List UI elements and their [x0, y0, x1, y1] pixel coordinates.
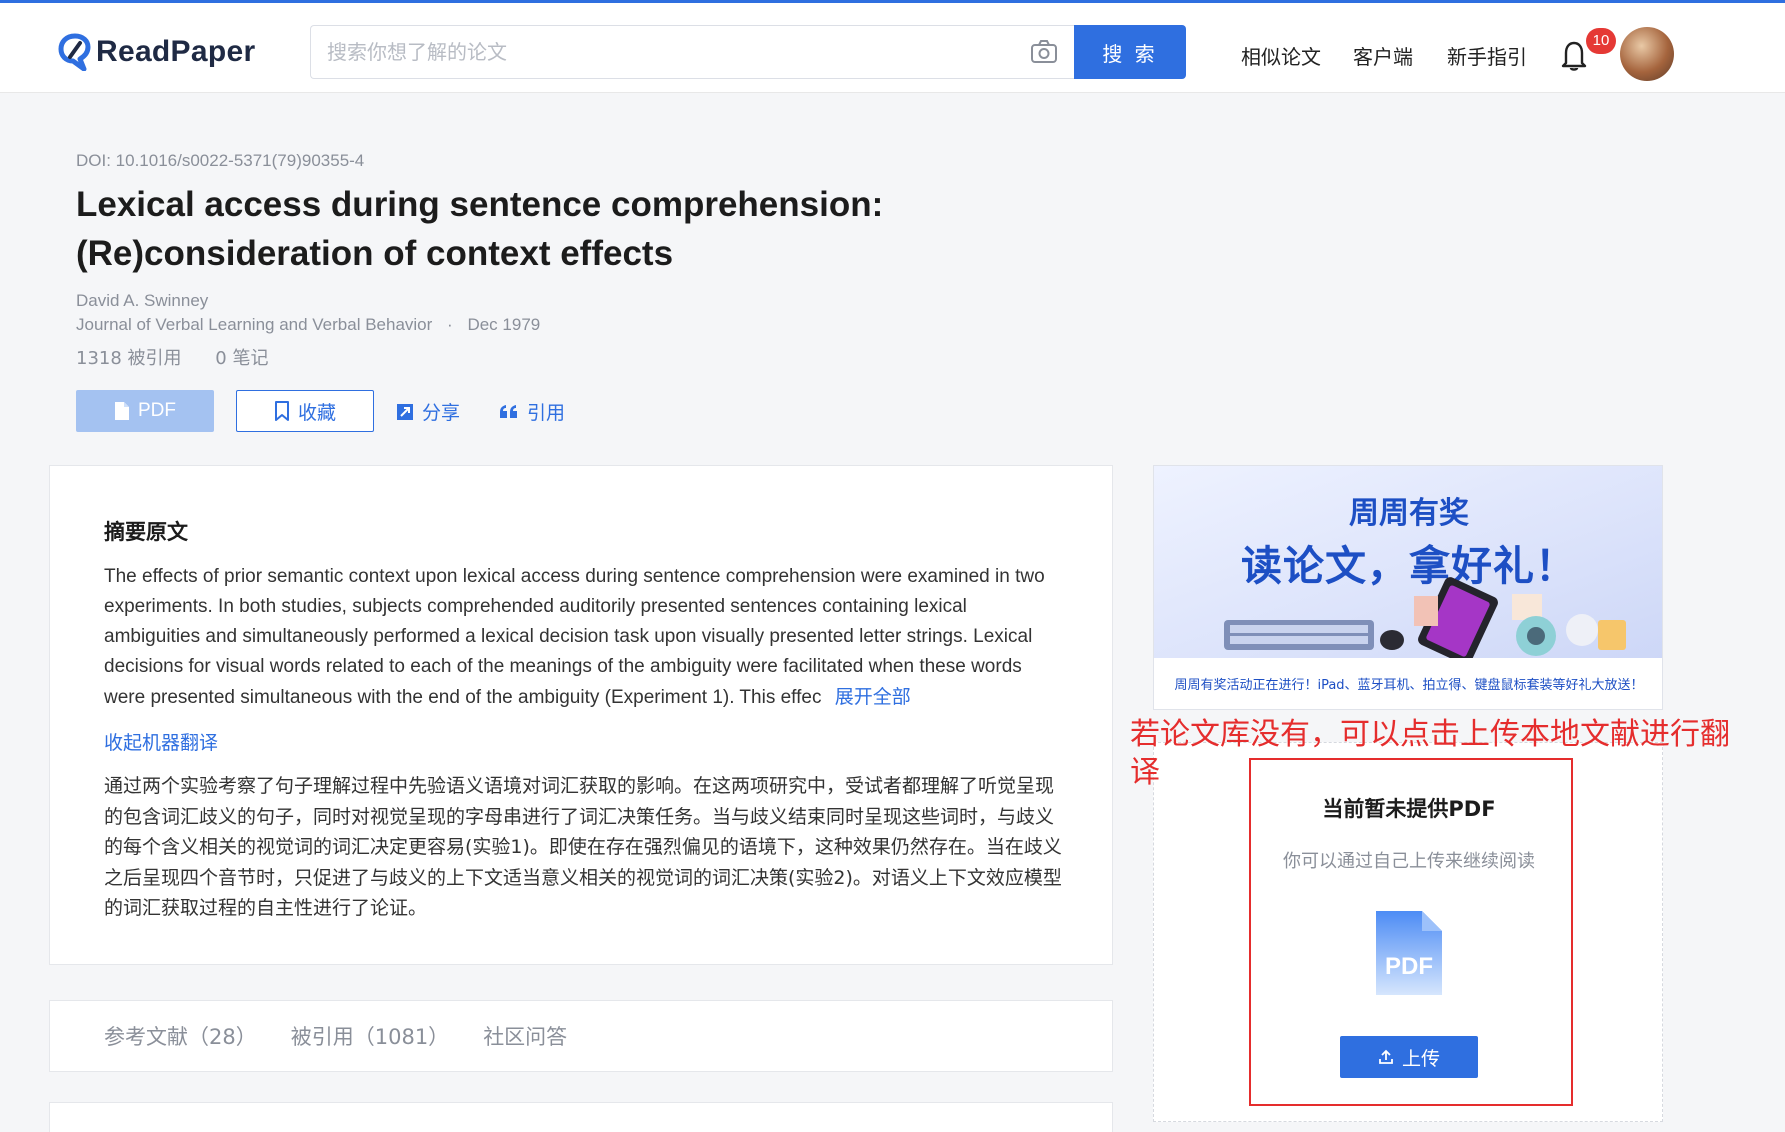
nav-similar-papers[interactable]: 相似论文: [1241, 41, 1321, 70]
readpaper-logo[interactable]: ReadPaper: [58, 33, 255, 71]
tab-community-qa[interactable]: 社区问答: [483, 1021, 567, 1051]
user-avatar[interactable]: [1620, 27, 1674, 81]
meta-separator: ·: [447, 315, 453, 334]
paper-title: Lexical access during sentence comprehen…: [76, 180, 976, 278]
citation-count[interactable]: 1318 被引用: [76, 348, 182, 369]
share-button[interactable]: 分享: [396, 398, 460, 425]
paper-title-line-2: (Re)consideration of context effects: [76, 234, 674, 273]
machine-translation-text: 通过两个实验考察了句子理解过程中先验语义语境对词汇获取的影响。在这两项研究中，受…: [104, 775, 1062, 919]
paper-doi: DOI: 10.1016/s0022-5371(79)90355-4: [76, 151, 365, 170]
notification-badge: 10: [1586, 28, 1616, 54]
nav-beginner-guide[interactable]: 新手指引: [1447, 41, 1527, 70]
bell-icon[interactable]: [1560, 39, 1588, 71]
abstract-text-block: The effects of prior semantic context up…: [104, 562, 1064, 713]
paper-venue: Journal of Verbal Learning and Verbal Be…: [76, 315, 540, 335]
camera-icon[interactable]: [1030, 39, 1058, 65]
share-button-label: 分享: [422, 402, 461, 424]
bookmark-icon: [274, 401, 289, 421]
cite-button[interactable]: 引用: [499, 398, 565, 425]
promo-banner-line-1: 周周有奖: [1349, 496, 1469, 531]
search-button[interactable]: 搜 索: [1074, 25, 1186, 79]
favorite-button-label: 收藏: [297, 401, 336, 424]
favorite-button[interactable]: 收藏: [236, 390, 374, 432]
promo-banner-image: 周周有奖 读论文，拿好礼！: [1154, 466, 1662, 658]
promo-banner-footer: 周周有奖活动正在进行！iPad、蓝牙耳机、拍立得、键盘鼠标套装等好礼大放送！: [1174, 678, 1644, 693]
logo-text: ReadPaper: [96, 35, 256, 68]
expand-all-link[interactable]: 展开全部: [835, 686, 911, 708]
paper-title-line-1: Lexical access during sentence comprehen…: [76, 185, 884, 224]
pdf-button[interactable]: PDF: [76, 390, 214, 432]
cite-button-label: 引用: [527, 402, 566, 424]
top-navigation-bar: ReadPaper 搜 索 相似论文 客户端 新手指引 10: [0, 3, 1785, 93]
paper-date: Dec 1979: [467, 315, 541, 334]
search-input[interactable]: [311, 26, 991, 78]
abstract-heading: 摘要原文: [104, 520, 188, 544]
prize-illustration: [1224, 577, 1626, 658]
logo-icon: [58, 33, 91, 71]
paper-tabs: 参考文献（28） 被引用（1081） 社区问答: [104, 1021, 601, 1051]
paper-author[interactable]: David A. Swinney: [76, 291, 208, 311]
search-box: [310, 25, 1074, 79]
tab-cited-by[interactable]: 被引用（1081）: [291, 1021, 449, 1051]
paper-journal[interactable]: Journal of Verbal Learning and Verbal Be…: [76, 315, 432, 334]
abstract-card: 摘要原文 The effects of prior semantic conte…: [49, 465, 1113, 965]
tabs-card: 参考文献（28） 被引用（1081） 社区问答: [49, 1000, 1113, 1072]
paper-stats: 1318 被引用 0 笔记: [76, 344, 268, 370]
pdf-button-label: PDF: [138, 400, 176, 421]
nav-client[interactable]: 客户端: [1353, 41, 1413, 70]
tab-references[interactable]: 参考文献（28）: [104, 1021, 257, 1051]
pdf-file-icon: [115, 402, 129, 420]
share-icon: [397, 403, 413, 420]
promo-banner[interactable]: 周周有奖 读论文，拿好礼！ 周周有奖活动正在进行！iPad、蓝牙耳机、拍立得、键…: [1153, 465, 1663, 710]
quote-icon: [500, 404, 517, 418]
annotation-highlight-box: [1249, 758, 1573, 1106]
collapse-translation-link[interactable]: 收起机器翻译: [104, 728, 218, 755]
note-count[interactable]: 0 笔记: [215, 348, 268, 369]
lower-card: [49, 1102, 1113, 1132]
